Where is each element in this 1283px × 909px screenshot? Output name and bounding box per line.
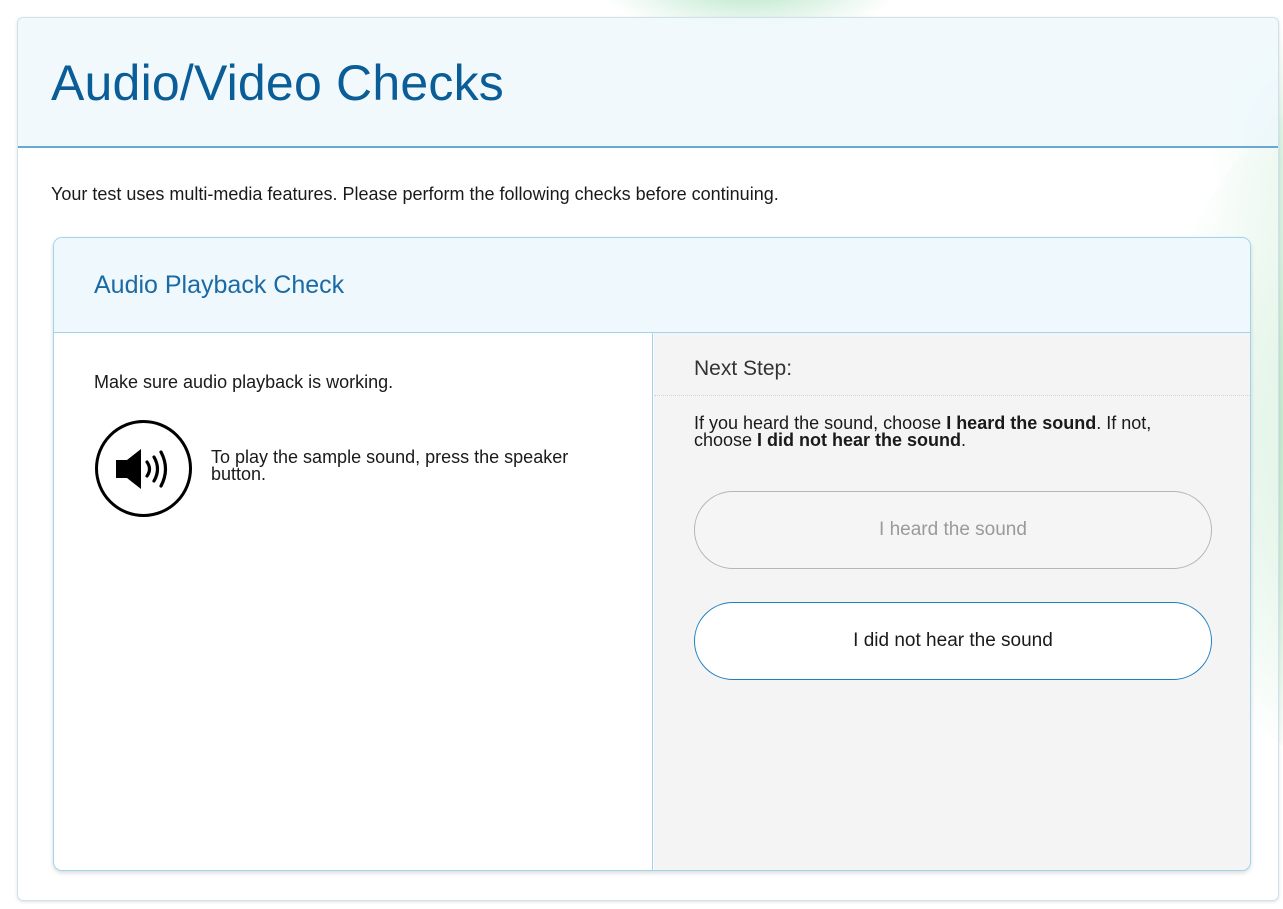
- intro-text: Your test uses multi-media features. Ple…: [51, 184, 779, 204]
- panel-title: Audio Playback Check: [94, 271, 345, 299]
- speaker-button[interactable]: [95, 420, 192, 517]
- speaker-volume-icon: [115, 448, 167, 489]
- page-title: Audio/Video Checks: [51, 55, 504, 111]
- audio-playback-check-panel: Audio Playback Check Make sure audio pla…: [53, 237, 1251, 871]
- next-step-heading: Next Step:: [654, 333, 1250, 396]
- audio-instruction: Make sure audio playback is working.: [94, 372, 394, 392]
- main-card: Audio/Video Checks Your test uses multi-…: [17, 17, 1279, 901]
- next-step-column: Next Step: If you heard the sound, choos…: [654, 333, 1250, 870]
- heard-sound-button[interactable]: I heard the sound: [694, 491, 1212, 569]
- audio-test-column: Make sure audio playback is working. To …: [54, 333, 653, 870]
- speaker-hint: To play the sample sound, press the spea…: [211, 447, 569, 484]
- next-step-instructions: If you heard the sound, choose I heard t…: [694, 413, 1152, 450]
- page-root: Audio/Video Checks Your test uses multi-…: [0, 0, 1283, 909]
- panel-header: Audio Playback Check: [54, 238, 1250, 333]
- page-header: Audio/Video Checks: [18, 18, 1278, 148]
- not-heard-sound-button[interactable]: I did not hear the sound: [694, 602, 1212, 680]
